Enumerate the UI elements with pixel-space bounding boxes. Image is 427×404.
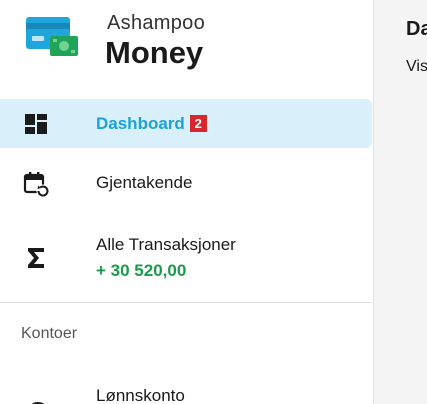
nav-item-label: Alle Transaksjoner <box>96 235 236 254</box>
nav-item-label: Gjentakende <box>96 173 193 192</box>
accounts-section-label: Kontoer <box>21 325 78 342</box>
nav-item-label: Dashboard 2 <box>96 114 207 134</box>
main-content: Da Vis <box>374 0 427 404</box>
nav-label-text: Dashboard <box>96 114 185 133</box>
total-balance: + 30 520,00 <box>96 261 187 280</box>
nav-item-all-transactions[interactable]: Alle Transaksjoner + 30 520,00 <box>0 226 372 290</box>
app-window: Ashampoo Money Dashboard 2 Gjentakende A… <box>0 0 427 404</box>
sigma-icon <box>28 248 44 268</box>
dashboard-icon <box>25 114 47 134</box>
nav-item-dashboard[interactable]: Dashboard 2 <box>0 99 372 148</box>
divider <box>0 302 372 303</box>
page-title: Da <box>406 18 427 40</box>
calendar-recurring-icon <box>23 172 50 198</box>
page-subtitle: Vis <box>406 58 427 75</box>
notification-badge: 2 <box>189 115 207 132</box>
nav-item-recurring[interactable]: Gjentakende <box>0 160 372 206</box>
account-item-label: Lønnskonto <box>96 386 185 404</box>
brand-product: Money <box>105 35 204 70</box>
account-icon <box>31 402 45 404</box>
money-cards-icon <box>26 17 78 56</box>
app-logo <box>24 14 82 64</box>
sidebar: Ashampoo Money Dashboard 2 Gjentakende A… <box>0 0 374 404</box>
brand-company: Ashampoo <box>107 12 206 34</box>
